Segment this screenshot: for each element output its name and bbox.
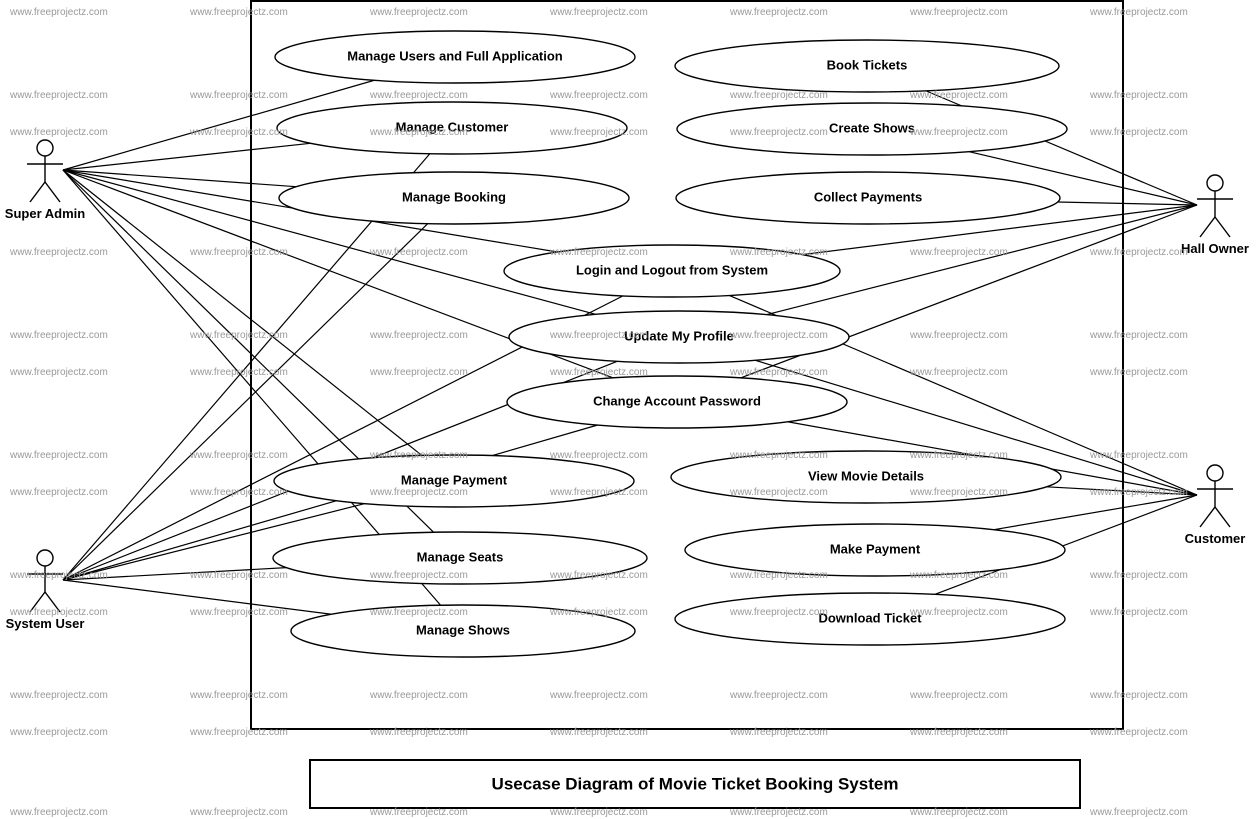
- assoc-super_admin-manage_booking: [63, 170, 296, 187]
- actor-hall_owner: Hall Owner: [1181, 175, 1249, 256]
- usecase-label-create_shows: Create Shows: [829, 120, 915, 135]
- usecase-label-update_profile: Update My Profile: [624, 328, 734, 343]
- assoc-customer-make_payment: [994, 495, 1197, 530]
- usecase-label-manage_users: Manage Users and Full Application: [347, 48, 563, 63]
- usecase-diagram: Manage Users and Full Application Manage …: [0, 0, 1260, 819]
- actor-customer: Customer: [1185, 465, 1246, 546]
- usecase-label-make_payment: Make Payment: [830, 541, 921, 556]
- actor-system_user: System User: [6, 550, 85, 631]
- usecase-label-download_ticket: Download Ticket: [818, 610, 922, 625]
- diagram-title: Usecase Diagram of Movie Ticket Booking …: [492, 774, 899, 793]
- usecase-label-manage_seats: Manage Seats: [417, 549, 504, 564]
- usecase-label-change_password: Change Account Password: [593, 393, 761, 408]
- usecase-label-collect_payments: Collect Payments: [814, 189, 922, 204]
- usecase-label-manage_shows: Manage Shows: [416, 622, 510, 637]
- actor-label-system_user: System User: [6, 616, 85, 631]
- actor-label-hall_owner: Hall Owner: [1181, 241, 1249, 256]
- actor-label-super_admin: Super Admin: [5, 206, 85, 221]
- usecase-label-book_tickets: Book Tickets: [827, 57, 908, 72]
- usecase-label-view_movie: View Movie Details: [808, 468, 924, 483]
- usecase-label-manage_payment: Manage Payment: [401, 472, 508, 487]
- usecase-label-manage_customer: Manage Customer: [396, 119, 509, 134]
- assoc-hall_owner-collect_payments: [1058, 202, 1197, 205]
- assoc-system_user-manage_shows: [63, 580, 332, 614]
- usecase-label-manage_booking: Manage Booking: [402, 189, 506, 204]
- assoc-system_user-manage_seats: [63, 568, 286, 580]
- actor-label-customer: Customer: [1185, 531, 1246, 546]
- usecase-label-login_logout: Login and Logout from System: [576, 262, 768, 277]
- assoc-super_admin-manage_customer: [63, 143, 310, 170]
